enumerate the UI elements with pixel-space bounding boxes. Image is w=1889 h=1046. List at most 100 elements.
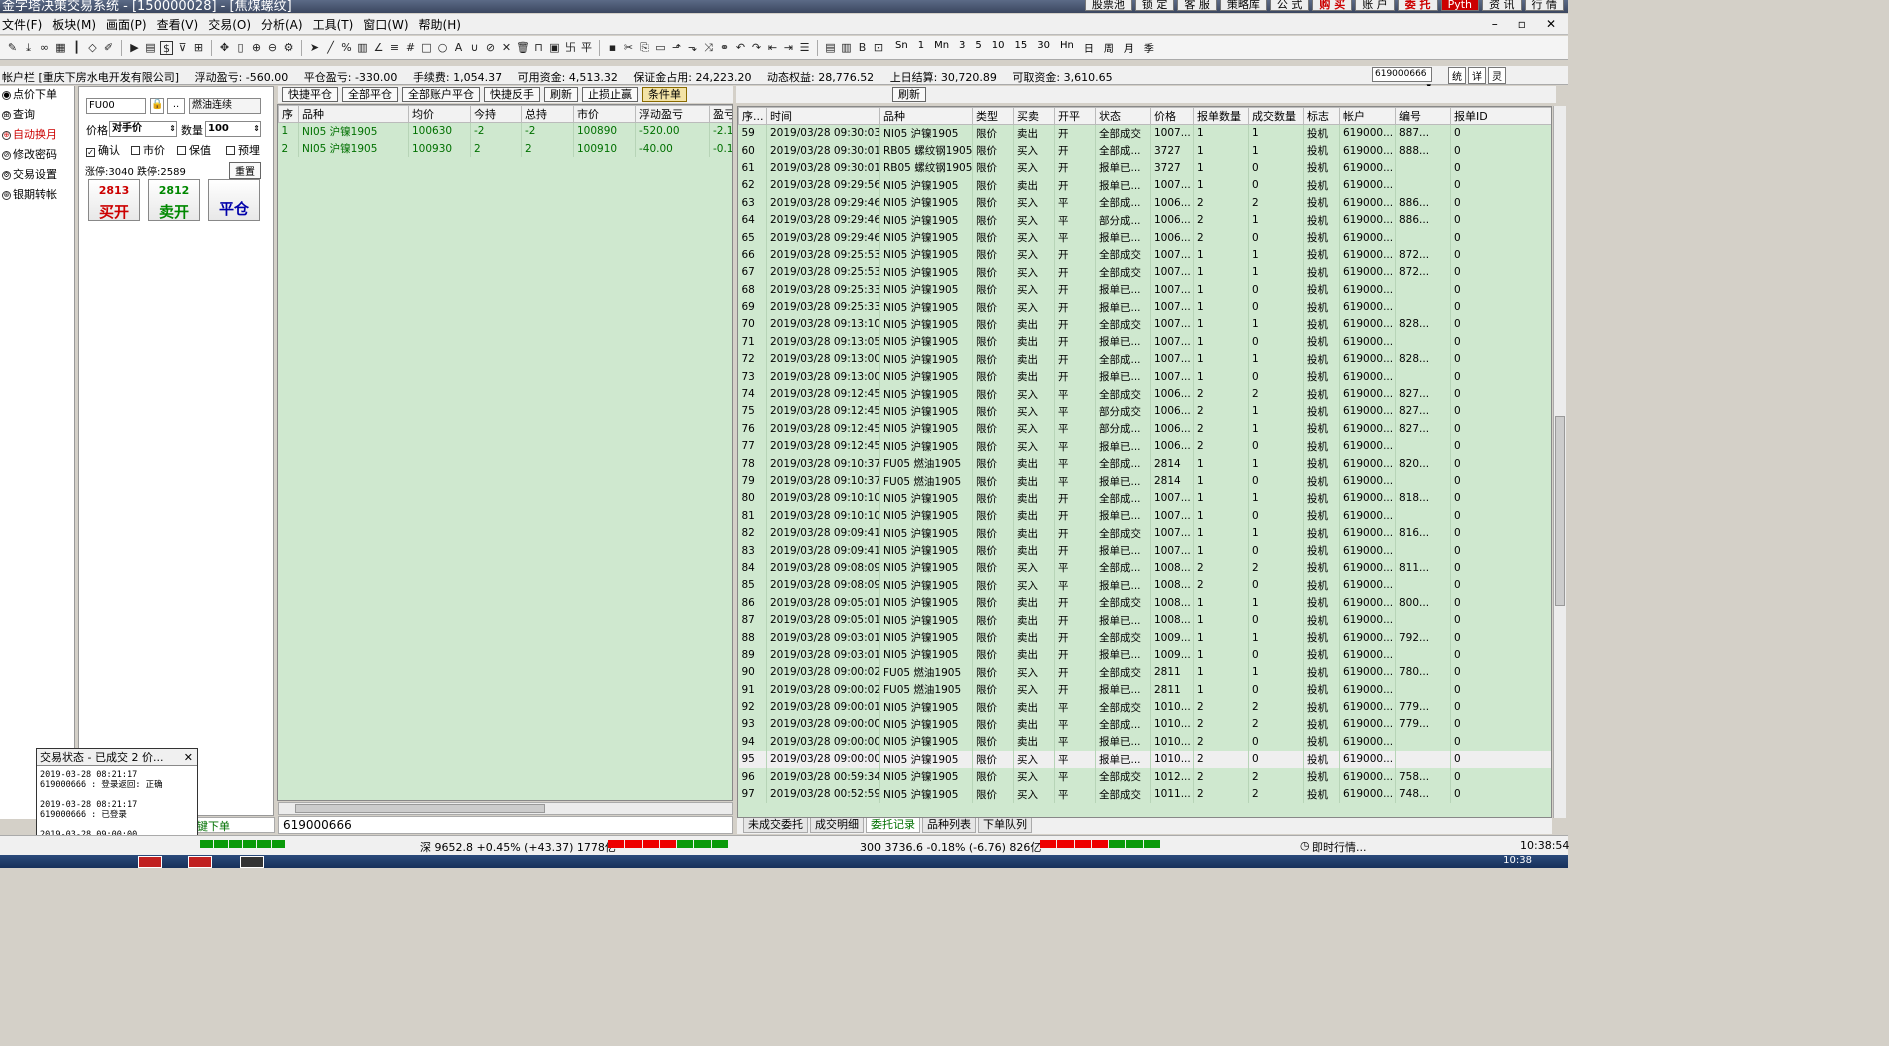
download-icon[interactable]: ⤓	[22, 41, 35, 55]
rect-icon[interactable]: □	[420, 41, 433, 55]
restore-icon[interactable]: ▫	[1516, 17, 1534, 31]
level-icon[interactable]: ≡	[388, 41, 401, 55]
column-header[interactable]: 总持	[521, 105, 574, 123]
info-button[interactable]: 灵	[1488, 67, 1506, 84]
period-button[interactable]: 1	[915, 40, 927, 55]
magnet-icon[interactable]: ∪	[468, 41, 481, 55]
menu-item[interactable]: 文件(F)	[0, 16, 50, 33]
column-header[interactable]: 状态	[1095, 107, 1151, 125]
quick-order-tab[interactable]: 键下单	[197, 818, 230, 834]
cut-icon[interactable]: ✂	[622, 41, 635, 55]
checkbox-2[interactable]: 保值	[177, 142, 211, 158]
text-icon[interactable]: A	[452, 41, 465, 55]
grid-icon[interactable]: ▦	[54, 41, 67, 55]
checkbox-3[interactable]: 预埋	[226, 142, 260, 158]
period-button[interactable]: 3	[956, 40, 968, 55]
checkbox-box[interactable]	[177, 146, 186, 155]
app-icon[interactable]	[188, 856, 212, 868]
position-action-button[interactable]: 刷新	[544, 87, 578, 102]
lock-icon[interactable]: ⊓	[532, 41, 545, 55]
qty-input[interactable]: 100 ⇕	[205, 121, 261, 137]
table-row[interactable]: 82 2019/03/28 09:09:41 NI05 沪镍1905 限价 卖出开全部成…	[738, 524, 1551, 542]
play-icon[interactable]: ▶	[128, 41, 141, 55]
filter-icon[interactable]: ⊽	[176, 41, 189, 55]
column-header[interactable]: 价格	[1150, 107, 1194, 125]
vbar-icon[interactable]: ▯	[234, 41, 247, 55]
table-icon[interactable]: ▤	[824, 41, 837, 55]
save-icon[interactable]: ▪	[606, 41, 619, 55]
sell-open-button[interactable]: 2812 卖开	[148, 179, 200, 221]
table-row[interactable]: 89 2019/03/28 09:03:01 NI05 沪镍1905 限价 卖出开报单已…	[738, 646, 1551, 664]
browse-button[interactable]: ..	[167, 98, 185, 114]
column-header[interactable]: 序...	[738, 107, 767, 125]
table-row[interactable]: 81 2019/03/28 09:10:10 NI05 沪镍1905 限价 卖出开报单已…	[738, 507, 1551, 525]
table-row[interactable]: 65 2019/03/28 09:29:46 NI05 沪镍1905 限价 买入平报单已…	[738, 228, 1551, 247]
table-row[interactable]: 63 2019/03/28 09:29:46 NI05 沪镍1905 限价 买入平全部成…	[738, 194, 1551, 212]
column-header[interactable]: 报单数量	[1193, 107, 1249, 125]
orders-tab[interactable]: 品种列表	[922, 818, 976, 833]
copy-icon[interactable]: ⎘	[638, 41, 651, 55]
position-action-button[interactable]: 全部账户平仓	[402, 87, 480, 102]
positions-hscrollbar[interactable]	[278, 802, 733, 815]
column-header[interactable]: 市价	[573, 105, 636, 123]
menu-item[interactable]: 帮助(H)	[417, 16, 469, 33]
diamond-icon[interactable]: ◇	[86, 41, 99, 55]
column-header[interactable]: 报单ID	[1450, 107, 1551, 125]
table-row[interactable]: 97 2019/03/28 00:52:59 NI05 沪镍1905 限价 买入平全部成…	[738, 785, 1551, 803]
price-type-select[interactable]: 对手价 ⇕	[109, 121, 177, 137]
arrow-up-icon[interactable]: ⬏	[670, 41, 683, 55]
orders-tab[interactable]: 下单队列	[978, 818, 1032, 833]
move-icon[interactable]: ✥	[218, 41, 231, 55]
period-button[interactable]: 月	[1121, 40, 1137, 55]
minimize-icon[interactable]: –	[1490, 17, 1506, 31]
period-button[interactable]: 5	[972, 40, 984, 55]
binoculars-icon[interactable]: ⚭	[718, 41, 731, 55]
table-row[interactable]: 95 2019/03/28 09:00:00 NI05 沪镍1905 限价 买入平报单已…	[738, 750, 1551, 768]
column-header[interactable]: 品种	[879, 107, 973, 125]
window-icon[interactable]: ▣	[548, 41, 561, 55]
arrow-dn-icon[interactable]: ⬎	[686, 41, 699, 55]
column-header[interactable]: 均价	[408, 105, 471, 123]
table-row[interactable]: 59 2019/03/28 09:30:03 NI05 沪镍1905 限价 卖出开全部成…	[738, 124, 1551, 142]
table-row[interactable]: 83 2019/03/28 09:09:41 NI05 沪镍1905 限价 卖出开报单已…	[738, 541, 1551, 560]
align-icon[interactable]: ☰	[798, 41, 811, 55]
table-row[interactable]: 60 2019/03/28 09:30:01 RB05 螺纹钢1905 限价 买入开全部…	[738, 141, 1551, 160]
period-button[interactable]: Hn	[1057, 40, 1077, 55]
clear-icon[interactable]: ✕	[500, 41, 513, 55]
info-button[interactable]: 统	[1448, 67, 1466, 84]
chart-icon[interactable]: ⊞	[192, 41, 205, 55]
column-header[interactable]: 编号	[1395, 107, 1451, 125]
menu-item[interactable]: 工具(T)	[311, 16, 362, 33]
table-row[interactable]: 71 2019/03/28 09:13:05 NI05 沪镍1905 限价 卖出开报单已…	[738, 333, 1551, 351]
title-button[interactable]: 购 买	[1312, 0, 1353, 11]
table-row[interactable]: 69 2019/03/28 09:25:33 NI05 沪镍1905 限价 买入开报单已…	[738, 298, 1551, 316]
close-icon[interactable]: ✕	[1544, 17, 1564, 31]
checkbox-box[interactable]	[226, 146, 235, 155]
column-header[interactable]: 买卖	[1013, 107, 1055, 125]
nav-item[interactable]: ⊞ 查询	[0, 106, 74, 126]
title-button[interactable]: 委 托	[1397, 0, 1438, 11]
nav-item[interactable]: ⊛ 银期转帐	[0, 186, 74, 206]
table-row[interactable]: 86 2019/03/28 09:05:01 NI05 沪镍1905 限价 卖出开全部成…	[738, 594, 1551, 612]
column-header[interactable]: 序	[278, 105, 299, 123]
table-row[interactable]: 78 2019/03/28 09:10:37 FU05 燃油1905 限价 卖出平全部成…	[738, 454, 1551, 473]
position-row[interactable]: 2 NI05 沪镍1905 100930 2 2 100910 -40.00 -0.1	[278, 139, 732, 158]
period-button[interactable]: 日	[1081, 40, 1097, 55]
period-button[interactable]: Mn	[931, 40, 952, 55]
lock-icon[interactable]: 🔒	[150, 98, 164, 114]
menu-item[interactable]: 画面(P)	[104, 16, 155, 33]
title-button[interactable]: 公 式	[1269, 0, 1310, 11]
arrow-x-icon[interactable]: ⤨	[702, 41, 715, 55]
spinner-icon[interactable]: ⇕	[169, 122, 176, 136]
column-header[interactable]: 盈亏	[709, 105, 732, 123]
split-icon[interactable]: 卐	[564, 41, 577, 55]
circle-icon[interactable]: ○	[436, 41, 449, 55]
title-button[interactable]: 行 情	[1524, 0, 1564, 11]
contract-code-input[interactable]: FU00	[86, 98, 146, 114]
table-row[interactable]: 88 2019/03/28 09:03:01 NI05 沪镍1905 限价 卖出开全部成…	[738, 628, 1551, 647]
realtime-quote[interactable]: 即时行情...	[1312, 839, 1367, 855]
zoom-in-icon[interactable]: ⊕	[250, 41, 263, 55]
candlestick-icon[interactable]: ┃	[70, 41, 83, 55]
period-button[interactable]: Sn	[892, 40, 911, 55]
line-icon[interactable]: ╱	[324, 41, 337, 55]
